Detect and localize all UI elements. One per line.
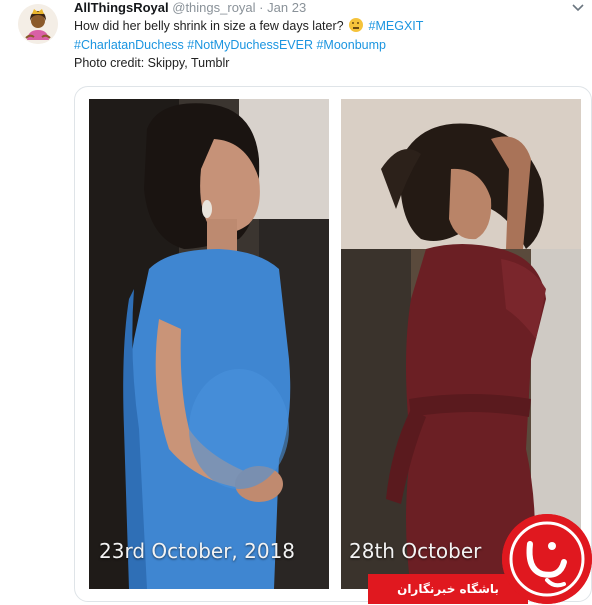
watermark-logo-icon bbox=[502, 514, 592, 604]
tweet-date[interactable]: Jan 23 bbox=[267, 0, 306, 15]
watermark: باشگاه خبرنگاران bbox=[368, 510, 592, 605]
hashtag-megxit[interactable]: #MEGXIT bbox=[369, 19, 424, 33]
tweet[interactable]: AllThingsRoyal @things_royal · Jan 23 Ho… bbox=[0, 0, 592, 605]
photo-left-caption: 23rd October, 2018 bbox=[99, 539, 296, 563]
photo-credit: Photo credit: Skippy, Tumblr bbox=[74, 56, 230, 70]
tweet-text-line-1: How did her belly shrink in size a few d… bbox=[74, 17, 574, 36]
photo-left[interactable]: 23rd October, 2018 bbox=[89, 99, 329, 589]
thinking-face-emoji bbox=[349, 18, 364, 32]
tweet-text: How did her belly shrink in size a few d… bbox=[74, 17, 574, 73]
tweet-question: How did her belly shrink in size a few d… bbox=[74, 19, 344, 33]
chevron-down-icon[interactable] bbox=[570, 0, 586, 16]
separator-dot: · bbox=[259, 0, 264, 15]
hashtags-line[interactable]: #CharlatanDuchess #NotMyDuchessEVER #Moo… bbox=[74, 36, 574, 55]
avatar[interactable] bbox=[18, 4, 58, 44]
author-handle[interactable]: @things_royal bbox=[172, 0, 255, 15]
photo-left-illustration bbox=[89, 99, 329, 589]
author-name[interactable]: AllThingsRoyal bbox=[74, 0, 169, 15]
tweet-header: AllThingsRoyal @things_royal · Jan 23 bbox=[74, 0, 306, 16]
